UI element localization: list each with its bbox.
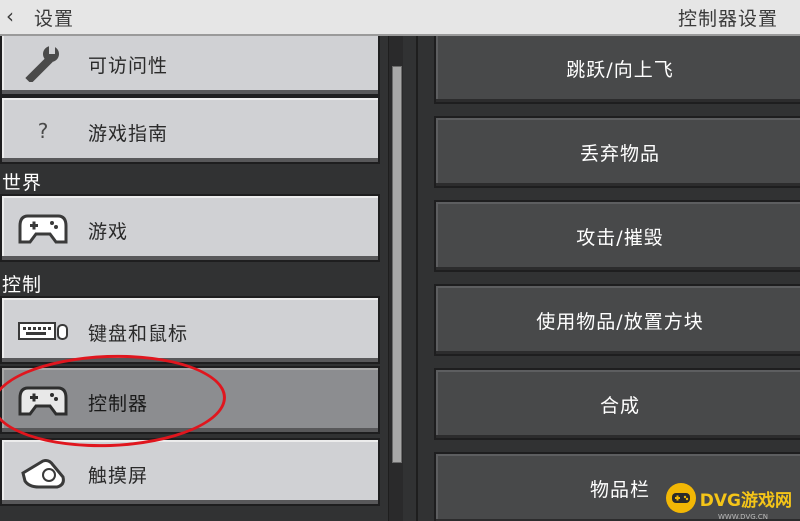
gamepad-icon	[18, 382, 68, 420]
back-label[interactable]: 设置	[34, 4, 74, 31]
binding-use-item-place-block[interactable]: 使用物品/放置方块	[434, 284, 800, 356]
sidebar-item-game-guide[interactable]: ? 游戏指南	[0, 96, 380, 164]
sidebar-item-accessibility[interactable]: 可访问性	[0, 36, 380, 96]
sidebar-item-label: 游戏指南	[88, 123, 169, 145]
gamepad-icon	[18, 210, 68, 248]
touch-hand-icon	[18, 454, 68, 492]
section-label-world: 世界	[2, 172, 43, 194]
binding-attack-destroy[interactable]: 攻击/摧毁	[434, 200, 800, 272]
page-title: 控制器设置	[677, 8, 778, 30]
settings-sidebar: 可访问性 ? 游戏指南 世界 游戏 控制 键盘和鼠标 控制器 触摸屏	[0, 36, 408, 521]
binding-jump-fly-up[interactable]: 跳跃/向上飞	[434, 36, 800, 104]
sidebar-item-label: 键盘和鼠标	[88, 323, 189, 345]
wrench-icon	[18, 44, 68, 82]
question-icon: ?	[37, 119, 49, 143]
sidebar-item-controller[interactable]: 控制器	[0, 366, 380, 434]
binding-drop-item[interactable]: 丢弃物品	[434, 116, 800, 188]
section-label-controls: 控制	[2, 274, 43, 296]
top-bar: ‹ 设置 控制器设置	[0, 0, 800, 36]
sidebar-item-label: 可访问性	[88, 55, 169, 77]
chevron-left-icon[interactable]: ‹	[6, 4, 14, 28]
sidebar-item-game[interactable]: 游戏	[0, 194, 380, 262]
sidebar-item-keyboard-mouse[interactable]: 键盘和鼠标	[0, 296, 380, 364]
controller-bindings-panel: 跳跃/向上飞 丢弃物品 攻击/摧毁 使用物品/放置方块 合成 物品栏	[416, 36, 800, 521]
binding-craft[interactable]: 合成	[434, 368, 800, 440]
scrollbar-thumb[interactable]	[392, 66, 402, 463]
watermark-text: DVG游戏网	[699, 490, 792, 511]
watermark-subtext: WWW.DVG.CN	[717, 513, 768, 521]
sidebar-item-touchscreen[interactable]: 触摸屏	[0, 438, 380, 506]
keyboard-mouse-icon	[18, 312, 68, 350]
sidebar-scrollbar[interactable]	[388, 36, 403, 521]
gamepad-logo-icon	[665, 483, 696, 513]
watermark: DVG游戏网	[665, 483, 792, 513]
sidebar-item-label: 游戏	[88, 221, 129, 243]
sidebar-item-label: 控制器	[88, 393, 149, 415]
sidebar-item-label: 触摸屏	[88, 465, 149, 487]
